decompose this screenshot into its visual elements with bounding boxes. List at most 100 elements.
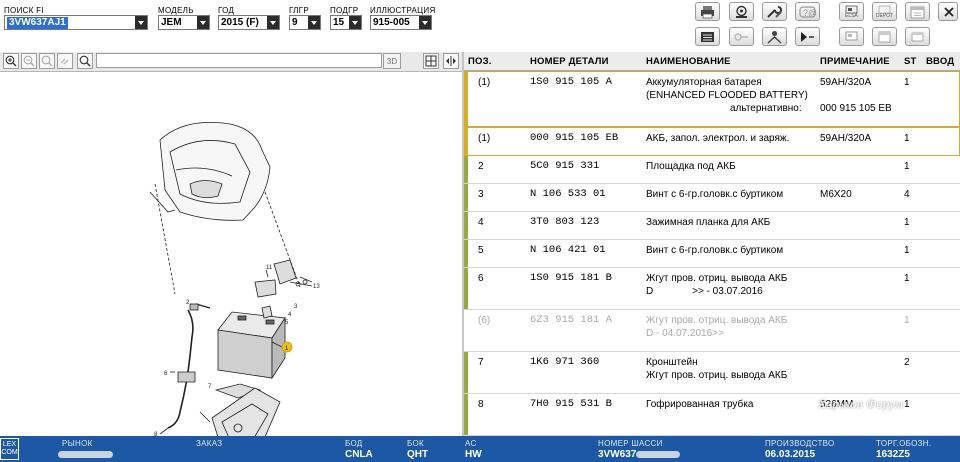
calendar-small-button[interactable]: [872, 27, 897, 46]
split-button[interactable]: [443, 53, 459, 69]
row-marker: [464, 212, 468, 239]
model-value: JEM: [161, 17, 182, 28]
row-note: 59AH/320A: [820, 133, 872, 144]
print-button[interactable]: [695, 2, 720, 21]
row-name: Гофрированная трубка: [646, 399, 754, 410]
chevron-down-icon[interactable]: [197, 16, 209, 29]
callout-11[interactable]: 11: [266, 265, 273, 271]
parts-list-button[interactable]: [695, 27, 720, 46]
search-icon: [79, 55, 91, 67]
table-row[interactable]: 6 1S0 915 181 B Жгут пров. отриц. вывода…: [464, 268, 960, 310]
structure-button[interactable]: [762, 27, 787, 46]
battery-exploded-illustration: 11 13 3 4 5 6 7 8 2 1: [149, 121, 320, 451]
split-icon: [446, 56, 456, 66]
callout-3[interactable]: 3: [294, 304, 298, 310]
row-name: Жгут пров. отриц. вывода АКБ D - 04.07.2…: [646, 314, 818, 340]
row-name: Площадка под АКБ: [646, 161, 736, 172]
row-name-line2: D - 04.07.2016>>: [646, 328, 724, 339]
next-step-button[interactable]: [795, 27, 820, 46]
table-row[interactable]: (6) 6Z3 915 181 A Жгут пров. отриц. выво…: [464, 310, 960, 352]
row-pos: (1): [478, 133, 491, 144]
key-button[interactable]: [729, 27, 754, 46]
table-row[interactable]: (1) 1S0 915 105 A Аккумуляторная батарея…: [464, 71, 960, 127]
parts-list-icon: [701, 32, 714, 42]
search-button[interactable]: [77, 53, 93, 69]
view-3d-button[interactable]: 3D: [383, 53, 401, 69]
table-row[interactable]: 3 N 106 533 01 Винт с 6-гр.головк.с бурт…: [464, 184, 960, 212]
col-qty-header[interactable]: ST: [904, 56, 917, 67]
table-row[interactable]: 7 1K6 971 360 Кронштейн Жгут пров. отриц…: [464, 352, 960, 394]
table-row[interactable]: 5 N 106 421 01 Винт с 6-гр.головк.с бурт…: [464, 240, 960, 268]
zoom-out-icon: [23, 55, 35, 67]
illustration-value: 915-005: [373, 17, 410, 28]
row-alt-value: 000 915 105 EB: [820, 103, 892, 114]
bok-label: БОК: [407, 439, 424, 448]
col-pos-header[interactable]: ПОЗ.: [468, 56, 492, 67]
zoom-in-icon: [5, 55, 17, 67]
row-note: M6X20: [820, 189, 852, 200]
chevron-down-icon[interactable]: [419, 16, 431, 29]
calendar-icon: [910, 6, 925, 19]
callout-4[interactable]: 4: [288, 312, 292, 318]
production-value: 06.03.2015: [765, 449, 816, 460]
zoom-in-button[interactable]: [3, 53, 19, 69]
callout-2[interactable]: 2: [186, 300, 190, 306]
row-name: Винт с 6-гр.головк.с буртиком: [646, 189, 784, 200]
row-part-number: 6Z3 915 181 A: [530, 314, 612, 326]
chevron-down-icon[interactable]: [308, 16, 320, 29]
table-row[interactable]: (1) 000 915 105 EB АКБ, запол. электрол.…: [464, 127, 960, 156]
row-part-number: 1S0 915 105 A: [530, 76, 612, 88]
chevron-down-icon[interactable]: [135, 16, 147, 29]
search-fi-input[interactable]: 3VW637AJ1: [4, 15, 148, 30]
col-part-number-header[interactable]: НОМЕР ДЕТАЛИ: [530, 56, 609, 67]
row-qty: 1: [904, 77, 910, 88]
col-input-header[interactable]: ВВОД: [926, 56, 954, 67]
callout-5[interactable]: 5: [285, 320, 289, 326]
chevron-down-icon[interactable]: [349, 16, 361, 29]
key-icon: [734, 33, 748, 41]
podgr-value: 15: [333, 17, 345, 28]
col-name-header[interactable]: НАИМЕНОВАНИЕ: [646, 56, 731, 67]
row-name: АКБ, запол. электрол. и заряж.: [646, 133, 790, 144]
viewer-path-input[interactable]: [96, 53, 382, 68]
bok-value: QHT: [407, 449, 429, 460]
link-button[interactable]: [57, 53, 73, 69]
row-note-value: 59AH/320A: [820, 77, 872, 88]
row-pos: 4: [478, 217, 484, 228]
illustration-viewer[interactable]: 11 13 3 4 5 6 7 8 2 1: [0, 72, 462, 451]
col-note-header[interactable]: ПРИМЕЧАНИЕ: [820, 56, 890, 67]
close-button[interactable]: [938, 2, 958, 21]
stamp-button[interactable]: [729, 2, 754, 21]
row-part-number: 1K6 971 360: [530, 356, 600, 368]
row-part-number: 000 915 105 EB: [530, 132, 619, 144]
table-row[interactable]: 4 3T0 803 123 Зажимная планка для АКБ 1: [464, 212, 960, 240]
depot-button[interactable]: DEPOT: [872, 2, 897, 21]
zoom-out-button[interactable]: [21, 53, 37, 69]
ac-value: HW: [465, 449, 482, 460]
elsa-button[interactable]: ELSA: [839, 2, 864, 21]
market-label: РЫНОК: [62, 439, 93, 448]
row-pos: 6: [478, 273, 484, 284]
zoom-fit-button[interactable]: [39, 53, 55, 69]
table-row[interactable]: 2 5C0 915 331 Площадка под АКБ 1: [464, 156, 960, 184]
help-icon: ?@: [799, 6, 816, 18]
year-select[interactable]: 2015 (F): [218, 15, 280, 30]
layout-button[interactable]: [423, 53, 439, 69]
tools-button[interactable]: [762, 2, 787, 21]
calendar-button[interactable]: [905, 2, 930, 21]
chevron-down-icon[interactable]: [267, 16, 279, 29]
callout-13[interactable]: 13: [313, 284, 320, 290]
window-button[interactable]: [839, 27, 864, 46]
help-button[interactable]: ?@: [795, 2, 820, 21]
row-name-line1: Кронштейн: [646, 357, 698, 368]
model-select[interactable]: JEM: [158, 15, 210, 30]
row-pos: 2: [478, 161, 484, 172]
row-name: Зажимная планка для АКБ: [646, 217, 771, 228]
glgr-select[interactable]: 9: [289, 15, 321, 30]
window-small-button[interactable]: [905, 27, 930, 46]
illustration-select[interactable]: 915-005: [370, 15, 432, 30]
callout-6[interactable]: 6: [164, 371, 168, 377]
podgr-select[interactable]: 15: [330, 15, 362, 30]
bod-value: CNLA: [345, 449, 373, 460]
callout-7[interactable]: 7: [208, 384, 212, 390]
